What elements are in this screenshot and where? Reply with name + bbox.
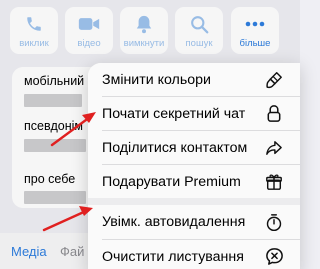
- redacted-username: [24, 139, 86, 152]
- menu-item-share-contact[interactable]: Поділитися контактом: [88, 131, 300, 164]
- menu-item-gift-premium[interactable]: Подарувати Premium: [88, 165, 300, 198]
- mute-label: вимкнути: [123, 38, 165, 49]
- bell-icon: [133, 14, 155, 34]
- info-label-mobile: мобільний: [24, 74, 85, 88]
- more-label: більше: [239, 38, 271, 49]
- video-camera-icon: [78, 14, 100, 34]
- more-dots-icon: [244, 14, 266, 34]
- video-label: відео: [77, 38, 101, 49]
- more-button[interactable]: більше: [231, 7, 279, 54]
- call-button[interactable]: виклик: [10, 7, 58, 54]
- info-label-username: псевдонім: [24, 119, 83, 133]
- menu-item-label: Почати секретний чат: [102, 105, 246, 122]
- menu-item-label: Змінити кольори: [102, 71, 211, 88]
- contact-action-bar: виклик відео вимкнути пошук більше: [10, 7, 280, 54]
- info-label-bio: про себе: [24, 172, 76, 186]
- menu-item-label: Подарувати Premium: [102, 173, 241, 190]
- brush-icon: [264, 70, 284, 90]
- search-label: пошук: [185, 38, 213, 49]
- menu-item-label: Очистити листування: [102, 248, 244, 265]
- redacted-bio: [24, 191, 86, 204]
- share-arrow-icon: [264, 138, 284, 158]
- call-label: виклик: [19, 38, 49, 49]
- timer-icon: [264, 212, 284, 232]
- menu-item-clear-history[interactable]: Очистити листування: [88, 240, 300, 269]
- lock-icon: [264, 104, 284, 124]
- tab-files[interactable]: Фай: [60, 244, 84, 259]
- mute-button[interactable]: вимкнути: [120, 7, 168, 54]
- arrow-to-auto-delete: [42, 206, 93, 232]
- menu-item-label: Поділитися контактом: [102, 139, 248, 156]
- video-button[interactable]: відео: [65, 7, 113, 54]
- menu-item-auto-delete[interactable]: Увімк. автовидалення: [88, 205, 300, 239]
- menu-item-change-colors[interactable]: Змінити кольори: [88, 63, 300, 96]
- clear-chat-icon: [264, 247, 284, 267]
- search-button[interactable]: пошук: [175, 7, 223, 54]
- menu-section-divider: [88, 198, 300, 205]
- phone-icon: [23, 14, 45, 34]
- gift-icon: [264, 172, 284, 192]
- search-icon: [188, 14, 210, 34]
- tab-media[interactable]: Медіа: [11, 244, 47, 259]
- menu-item-secret-chat[interactable]: Почати секретний чат: [88, 97, 300, 130]
- menu-item-label: Увімк. автовидалення: [102, 214, 246, 230]
- more-context-menu: Змінити кольори Почати секретний чат Под…: [88, 63, 300, 269]
- redacted-phone: [24, 94, 82, 107]
